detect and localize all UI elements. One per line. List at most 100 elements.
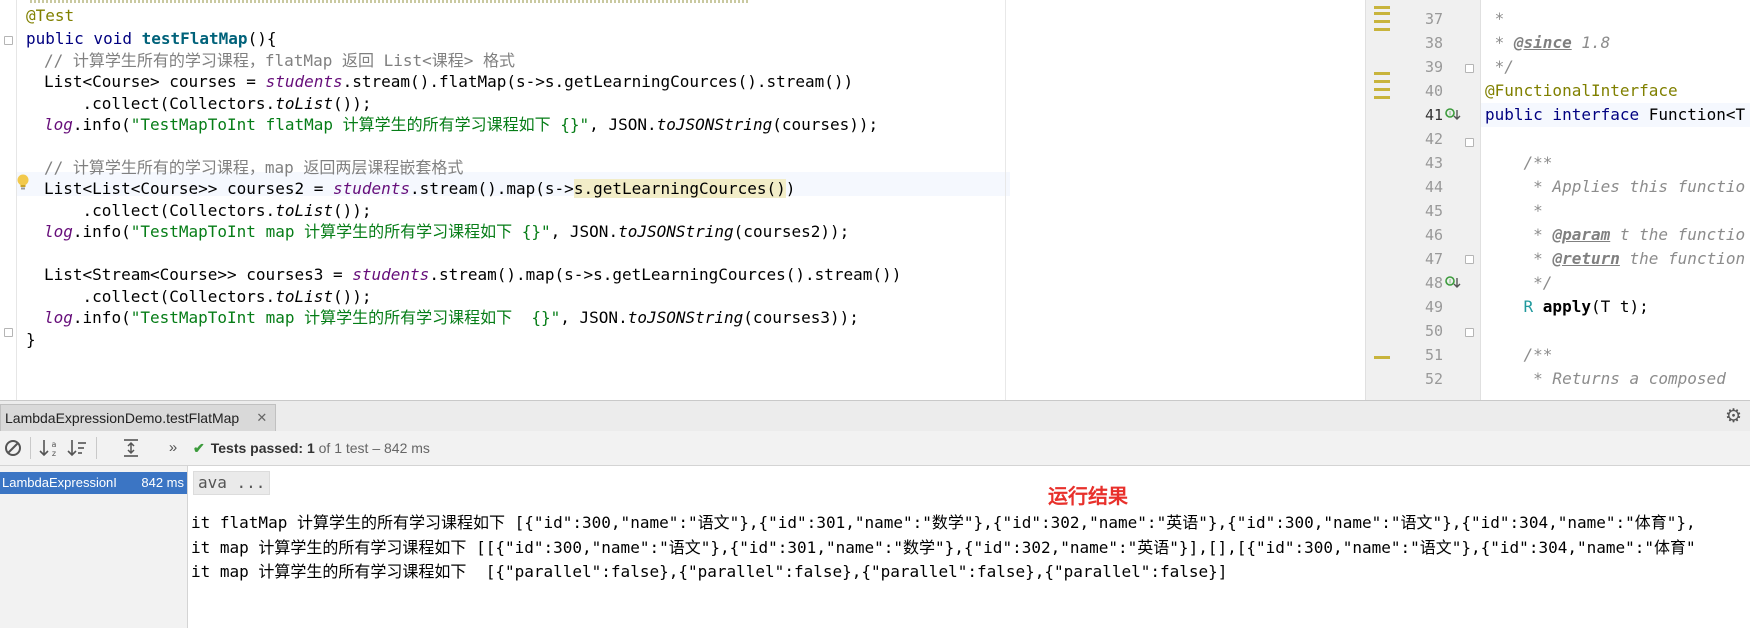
code-text: ());: [332, 201, 372, 220]
fold-marker-icon[interactable]: [1465, 255, 1474, 264]
error-stripe[interactable]: [1365, 0, 1396, 400]
fold-marker-icon[interactable]: [1465, 328, 1474, 337]
run-tab-label: LambdaExpressionDemo.testFlatMap: [5, 410, 240, 426]
marker[interactable]: [1374, 72, 1390, 75]
line-number: 44: [1424, 178, 1443, 196]
status-label: Tests passed: 1: [210, 440, 315, 456]
doc-text: t the functio: [1610, 225, 1746, 244]
command-line-folded[interactable]: ava ...: [193, 471, 271, 495]
code-text: (){: [247, 29, 277, 48]
line-number: 43: [1424, 154, 1443, 172]
sort-duration-icon[interactable]: [64, 435, 90, 461]
expand-all-icon[interactable]: [118, 435, 144, 461]
console-line: it map 计算学生的所有学习课程如下 [{"parallel":false}…: [191, 562, 1228, 581]
right-editor[interactable]: 37 38 39 40 41 42 43 44 45 46 47 48 49 5…: [1395, 0, 1750, 400]
code-text: , JSON.: [560, 308, 628, 327]
implementation-icon[interactable]: I: [1445, 275, 1461, 291]
code-line: log.info("TestMapToInt flatMap 计算学生的所有学习…: [44, 113, 878, 137]
code-line: log.info("TestMapToInt map 计算学生的所有学习课程如下…: [44, 220, 849, 244]
doc-text: *: [1485, 225, 1553, 244]
doc-line: * @since 1.8: [1485, 31, 1611, 55]
code-line: R apply(T t);: [1485, 295, 1649, 319]
code-line-close-brace: }: [26, 330, 36, 349]
static-method: toList: [275, 94, 333, 113]
code-text: .info(: [72, 115, 131, 134]
test-tree-item[interactable]: LambdaExpressionI 842 ms: [0, 472, 187, 494]
run-result-label: 运行结果: [1048, 486, 1128, 508]
editor-empty-area: [1010, 0, 1365, 400]
stop-icon[interactable]: [0, 435, 26, 461]
code-text: .collect(Collectors.: [44, 287, 276, 306]
line-number: 51: [1424, 346, 1443, 364]
svg-text:I: I: [1449, 279, 1451, 286]
test-status: ✔ Tests passed: 1 of 1 test – 842 ms: [193, 431, 430, 465]
right-margin-guide: [1005, 0, 1006, 400]
gear-icon[interactable]: ⚙: [1725, 405, 1742, 428]
doc-line: *: [1485, 9, 1505, 28]
doc-line: * Applies this functio: [1485, 177, 1746, 196]
line-number: 41: [1424, 106, 1443, 124]
doc-line: /**: [1485, 345, 1553, 364]
doc-line: */: [1485, 57, 1514, 76]
line-number: 45: [1424, 202, 1443, 220]
field-ref: log: [44, 308, 73, 327]
line-number: 48: [1424, 274, 1443, 292]
static-method: toJSONString: [618, 222, 734, 241]
left-editor[interactable]: @Test public void testFlatMap(){ // 计算学生…: [0, 0, 1010, 400]
code-text: .collect(Collectors.: [44, 94, 276, 113]
code-text: ());: [332, 287, 372, 306]
marker[interactable]: [1374, 88, 1390, 91]
code-line: List<Course> courses = students.stream()…: [44, 70, 853, 94]
marker[interactable]: [1374, 6, 1390, 9]
run-tab[interactable]: LambdaExpressionDemo.testFlatMap ✕: [0, 404, 277, 431]
marker[interactable]: [1374, 96, 1390, 99]
fold-marker-icon[interactable]: [4, 36, 13, 45]
code-line-signature: public void testFlatMap(){: [26, 27, 276, 51]
method-name: testFlatMap: [141, 29, 248, 48]
fold-marker-icon[interactable]: [1465, 138, 1474, 147]
doc-tag: @since: [1513, 33, 1572, 52]
code-line-annotation: @Test: [26, 6, 75, 25]
marker[interactable]: [1374, 20, 1390, 23]
sort-alpha-icon[interactable]: a z: [36, 435, 62, 461]
line-number: 46: [1424, 226, 1443, 244]
marker[interactable]: [1374, 28, 1390, 31]
marker[interactable]: [1374, 356, 1390, 359]
field-ref: students: [332, 179, 411, 198]
marker[interactable]: [1374, 12, 1390, 15]
more-icon[interactable]: »: [160, 435, 186, 461]
fold-marker-icon[interactable]: [1465, 64, 1474, 73]
keyword: public interface: [1485, 105, 1649, 124]
string-literal: "TestMapToInt map 计算学生的所有学习课程如下 {}": [130, 308, 561, 327]
bulb-icon[interactable]: [16, 174, 30, 192]
code-text: .info(: [72, 222, 131, 241]
code-text: .info(: [72, 308, 131, 327]
implementation-icon[interactable]: I: [1445, 107, 1461, 123]
annotation-line: @FunctionalInterface: [1485, 81, 1678, 100]
doc-text: *: [1485, 33, 1514, 52]
code-text: (T t);: [1590, 297, 1649, 316]
marker[interactable]: [1374, 80, 1390, 83]
string-literal: "TestMapToInt flatMap 计算学生的所有学习课程如下 {}": [130, 115, 590, 134]
console-output[interactable]: ava ... 运行结果 it flatMap 计算学生的所有学习课程如下 [{…: [188, 466, 1750, 628]
line-number: 52: [1424, 370, 1443, 388]
static-method: toJSONString: [627, 308, 744, 327]
line-number: 38: [1424, 34, 1443, 52]
code-line: List<List<Course>> courses2 = students.s…: [44, 177, 795, 201]
test-duration: 842 ms: [141, 475, 184, 490]
doc-tag: @param: [1552, 225, 1611, 244]
doc-tag: @return: [1552, 249, 1620, 268]
check-icon: ✔: [193, 440, 205, 456]
field-ref: students: [352, 265, 430, 284]
test-tree: LambdaExpressionI 842 ms: [0, 466, 188, 628]
method-name: apply: [1542, 297, 1591, 316]
code-text: .collect(Collectors.: [44, 201, 276, 220]
code-text: , JSON.: [589, 115, 657, 134]
close-icon[interactable]: ✕: [256, 405, 267, 431]
code-text: List<List<Course>> courses2 =: [44, 179, 333, 198]
code-text: ());: [332, 94, 372, 113]
doc-text: the function: [1619, 249, 1746, 268]
run-toolbar: a z » ✔ Tests passed: 1 of 1 test – 842 m…: [0, 431, 1750, 466]
console-line: it map 计算学生的所有学习课程如下 [[{"id":300,"name":…: [191, 538, 1696, 557]
fold-marker-icon[interactable]: [4, 328, 13, 337]
